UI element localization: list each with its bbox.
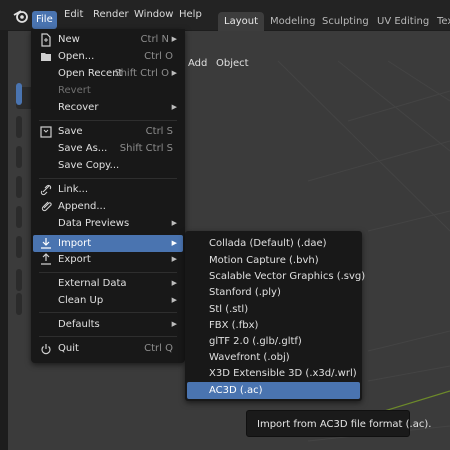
chevron-right-icon: ▶ [171,219,177,227]
tab-modeling[interactable]: Modeling [264,12,322,31]
menu-item-new[interactable]: New Ctrl N ▶ [33,31,183,48]
menu-item-save[interactable]: Save Ctrl S [33,123,183,140]
import-gltf[interactable]: glTF 2.0 (.glb/.gltf) [187,333,360,350]
add-menu-button[interactable]: Add [188,58,207,69]
chevron-right-icon: ▶ [171,296,177,304]
import-submenu: Collada (Default) (.dae) Motion Capture … [185,231,365,401]
power-icon [39,340,53,357]
menu-separator [39,178,177,179]
tool-scale[interactable] [16,206,22,228]
menu-separator [39,312,177,313]
append-icon [39,198,53,215]
menu-separator [39,120,177,121]
import-ply[interactable]: Stanford (.ply) [187,284,360,301]
menu-item-revert: Revert [58,85,91,96]
menu-separator [39,336,177,337]
menu-item-save-as[interactable]: Save As... Shift Ctrl S [33,140,183,157]
chevron-right-icon: ▶ [171,239,177,247]
tab-layout[interactable]: Layout [218,12,264,31]
import-icon [39,235,53,252]
menu-item-clean-up[interactable]: Clean Up ▶ [33,292,183,309]
tab-uv-editing[interactable]: UV Editing [371,12,435,31]
object-menu-button[interactable]: Object [216,58,249,69]
tool-cursor[interactable] [16,116,22,138]
menu-item-open[interactable]: Open... Ctrl O [33,48,183,65]
menu-item-recover[interactable]: Recover ▶ [33,99,183,116]
tab-sculpting[interactable]: Sculpting [316,12,375,31]
menu-item-save-copy[interactable]: Save Copy... [33,157,183,174]
tool-select-active-indicator [16,83,22,105]
import-ac3d[interactable]: AC3D (.ac) [187,382,360,399]
menu-item-link[interactable]: Link... [33,181,183,198]
top-bar: File Edit Render Window Help Layout Mode… [0,0,450,31]
menu-window[interactable]: Window [134,9,173,20]
save-icon [39,123,53,140]
tooltip: Import from AC3D file format (.ac). [246,410,431,437]
new-file-icon [39,31,53,48]
import-stl[interactable]: Stl (.stl) [187,301,360,318]
menu-item-defaults[interactable]: Defaults ▶ [33,316,183,333]
chevron-right-icon: ▶ [171,103,177,111]
menu-item-open-recent[interactable]: Open Recent Shift Ctrl O ▶ [33,65,183,82]
tool-move[interactable] [16,146,22,168]
import-svg[interactable]: Scalable Vector Graphics (.svg) [187,268,365,285]
chevron-right-icon: ▶ [171,279,177,287]
tool-annotate[interactable] [16,269,22,291]
menu-item-append[interactable]: Append... [33,198,183,215]
menu-help[interactable]: Help [179,9,202,20]
import-collada[interactable]: Collada (Default) (.dae) [187,235,360,252]
menu-item-external-data[interactable]: External Data ▶ [33,275,183,292]
blender-logo-icon[interactable] [13,9,29,23]
file-menu: New Ctrl N ▶ Open... Ctrl O Open Recent … [31,29,185,363]
tab-texture-paint[interactable]: Tex [431,12,450,31]
chevron-right-icon: ▶ [171,255,177,263]
menu-item-export[interactable]: Export ▶ [33,251,183,268]
menu-item-data-previews[interactable]: Data Previews ▶ [33,215,183,232]
import-bvh[interactable]: Motion Capture (.bvh) [187,252,360,269]
tool-measure[interactable] [16,293,22,315]
menu-item-import[interactable]: Import ▶ [33,235,183,252]
export-icon [39,251,53,268]
tool-transform[interactable] [16,236,22,258]
menu-separator [39,272,177,273]
folder-icon [39,48,53,65]
menu-render[interactable]: Render [93,9,129,20]
menu-file[interactable]: File [32,11,57,29]
chevron-right-icon: ▶ [171,69,177,77]
menu-item-quit[interactable]: Quit Ctrl Q [33,340,183,357]
import-x3d[interactable]: X3D Extensible 3D (.x3d/.wrl) [187,365,360,382]
import-obj[interactable]: Wavefront (.obj) [187,349,360,366]
import-fbx[interactable]: FBX (.fbx) [187,317,360,334]
menu-edit[interactable]: Edit [64,9,83,20]
tool-rotate[interactable] [16,176,22,198]
chevron-right-icon: ▶ [171,320,177,328]
chevron-right-icon: ▶ [171,35,177,43]
link-icon [39,181,53,198]
